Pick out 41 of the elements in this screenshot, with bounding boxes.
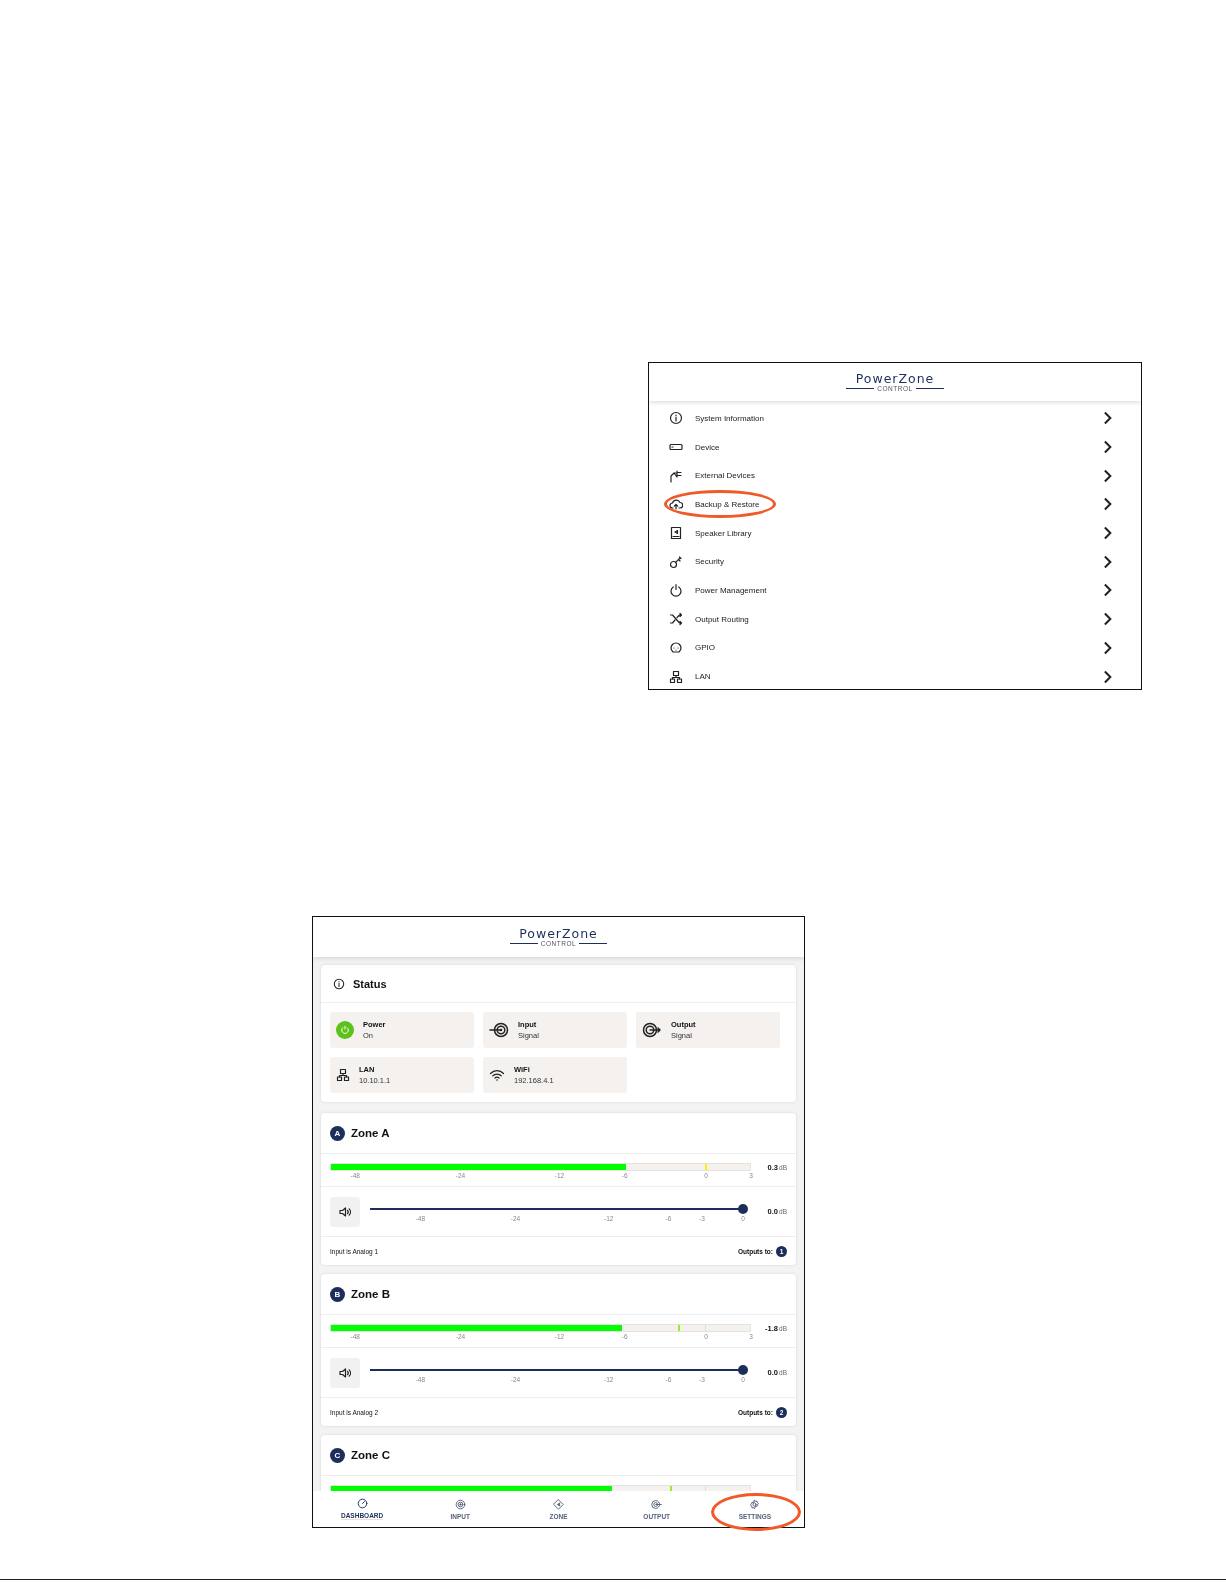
key-icon [669,554,683,569]
speaker-book-icon [669,526,683,541]
menu-item[interactable]: GPIO [649,633,1141,663]
diamond-icon [553,1498,564,1510]
zone-badge: C [330,1447,345,1463]
info-icon [333,977,345,990]
slider-thumb[interactable] [738,1203,748,1214]
cloud-upload-icon [669,497,683,512]
zone-title: Zone B [351,1288,390,1300]
plug-icon [669,468,683,483]
zone-badge: A [330,1125,345,1141]
shuffle-icon [669,612,683,627]
menu-item[interactable]: Backup & Restore [649,490,1141,519]
network-icon [669,669,683,684]
power-icon [669,583,683,598]
menu-item[interactable]: Output Routing [649,604,1141,634]
zone-badge: B [330,1286,345,1302]
info-icon [669,411,683,426]
menu-item[interactable]: Power Management [649,576,1141,605]
menu-item[interactable]: Security [649,547,1141,577]
target-icon [454,1498,466,1510]
slider-thumb[interactable] [738,1364,748,1375]
settings-icon [749,1498,761,1510]
zone-title: Zone A [351,1127,390,1139]
card-title: Status [353,977,387,990]
speaker-icon [338,1367,352,1378]
mute-button[interactable] [330,1357,360,1388]
wifi-icon [489,1069,505,1081]
network-icon [336,1068,350,1082]
mute-button[interactable] [330,1196,360,1227]
menu-item[interactable]: System Information [649,404,1141,433]
target-arrow-icon [642,1022,662,1038]
gauge-icon [356,1498,368,1509]
menu-item[interactable]: External Devices [649,461,1141,491]
menu-item[interactable]: Speaker Library [649,518,1141,548]
zone-title: Zone C [351,1449,390,1461]
speaker-icon [338,1206,352,1217]
menu-item[interactable]: LAN [649,662,1141,689]
connector-icon [669,640,683,655]
target-icon [489,1022,509,1038]
menu-item[interactable]: Device [649,432,1141,462]
